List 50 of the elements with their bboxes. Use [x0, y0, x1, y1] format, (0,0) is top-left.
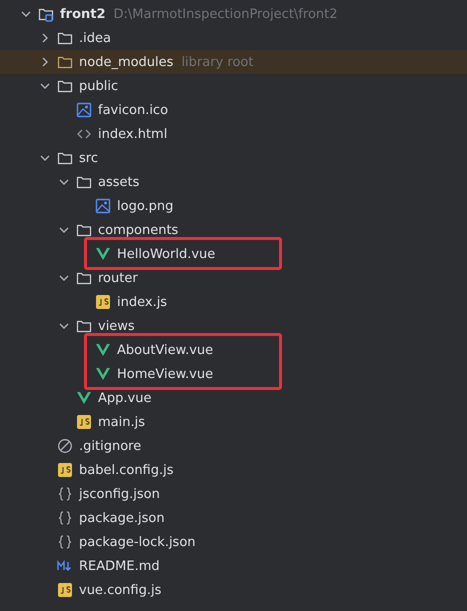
braces-icon	[57, 510, 73, 526]
tree-item[interactable]: node_modules	[79, 54, 174, 70]
js-file-icon	[57, 582, 73, 598]
tree-item[interactable]: components	[98, 222, 178, 238]
tree-item[interactable]: src	[79, 150, 98, 166]
folder-icon	[57, 78, 73, 94]
image-file-icon	[95, 198, 111, 214]
tree-item[interactable]: babel.config.js	[79, 462, 174, 478]
tree-item[interactable]: jsconfig.json	[79, 486, 160, 502]
js-file-icon	[95, 294, 111, 310]
tree-item[interactable]: App.vue	[98, 390, 152, 406]
item-hint: D:\MarmotInspectionProject\front2	[114, 6, 338, 22]
tree-item[interactable]: favicon.ico	[98, 102, 168, 118]
tree-item[interactable]: README.md	[79, 558, 160, 574]
module-folder-icon	[38, 6, 54, 22]
js-file-icon	[76, 414, 92, 430]
tree-item[interactable]: .idea	[79, 30, 111, 46]
tree-item[interactable]: front2	[60, 6, 106, 22]
folder-icon	[57, 30, 73, 46]
folder-icon	[76, 174, 92, 190]
tree-item[interactable]: .gitignore	[79, 438, 142, 454]
folder-icon	[57, 150, 73, 166]
tree-item[interactable]: public	[79, 78, 118, 94]
ignored-file-icon	[57, 438, 73, 454]
tree-item[interactable]: AboutView.vue	[117, 342, 214, 358]
tree-item[interactable]: HomeView.vue	[117, 366, 214, 382]
tree-item[interactable]: logo.png	[117, 198, 174, 214]
image-file-icon	[76, 102, 92, 118]
tree-item[interactable]: views	[98, 318, 135, 334]
folder-icon	[76, 270, 92, 286]
vue-file-icon	[95, 366, 111, 382]
folder-icon	[57, 54, 73, 70]
tree-item[interactable]: index.html	[98, 126, 168, 142]
tree-item[interactable]: package-lock.json	[79, 534, 196, 550]
folder-icon	[76, 318, 92, 334]
tree-item[interactable]: vue.config.js	[79, 582, 162, 598]
vue-file-icon	[76, 390, 92, 406]
folder-icon	[76, 222, 92, 238]
tree-item[interactable]: main.js	[98, 414, 145, 430]
js-file-icon	[57, 462, 73, 478]
vue-file-icon	[95, 246, 111, 262]
tree-item[interactable]: package.json	[79, 510, 165, 526]
item-hint: library root	[181, 54, 254, 70]
vue-file-icon	[95, 342, 111, 358]
tree-item[interactable]: assets	[98, 174, 140, 190]
tree-item[interactable]: HelloWorld.vue	[117, 246, 216, 262]
tree-item[interactable]: router	[98, 270, 138, 286]
braces-icon	[57, 486, 73, 502]
braces-icon	[57, 534, 73, 550]
tree-item[interactable]: index.js	[117, 294, 168, 310]
